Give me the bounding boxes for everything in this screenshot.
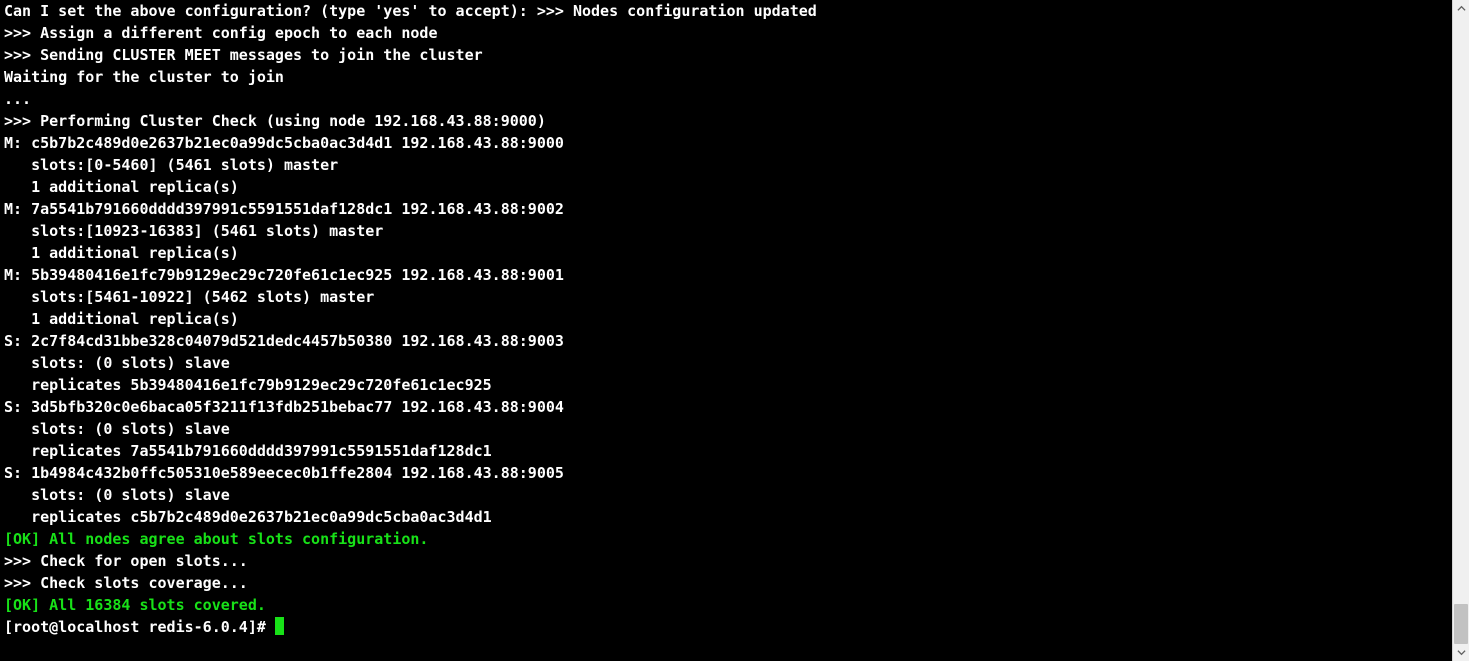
terminal-text: 1 additional replica(s): [4, 244, 239, 262]
terminal-text: >>> Performing Cluster Check (using node…: [4, 112, 546, 130]
terminal-text: [OK] All nodes agree about slots configu…: [4, 530, 428, 548]
terminal-text: M: 7a5541b791660dddd397991c5591551daf128…: [4, 200, 564, 218]
cursor: [275, 617, 284, 635]
scroll-thumb[interactable]: [1454, 604, 1468, 644]
vertical-scrollbar[interactable]: [1452, 0, 1469, 661]
terminal-line: replicates 7a5541b791660dddd397991c55915…: [4, 440, 1448, 462]
terminal-text: 1 additional replica(s): [4, 178, 239, 196]
terminal-line: Can I set the above configuration? (type…: [4, 0, 1448, 22]
terminal-text: >>> Sending CLUSTER MEET messages to joi…: [4, 46, 483, 64]
terminal-line: 1 additional replica(s): [4, 176, 1448, 198]
terminal-line: >>> Performing Cluster Check (using node…: [4, 110, 1448, 132]
terminal-line: >>> Assign a different config epoch to e…: [4, 22, 1448, 44]
terminal-line: >>> Sending CLUSTER MEET messages to joi…: [4, 44, 1448, 66]
terminal-line: replicates 5b39480416e1fc79b9129ec29c720…: [4, 374, 1448, 396]
terminal-line: replicates c5b7b2c489d0e2637b21ec0a99dc5…: [4, 506, 1448, 528]
terminal-line: >>> Check slots coverage...: [4, 572, 1448, 594]
terminal-line: [OK] All nodes agree about slots configu…: [4, 528, 1448, 550]
terminal-line: M: 7a5541b791660dddd397991c5591551daf128…: [4, 198, 1448, 220]
terminal-text: Waiting for the cluster to join: [4, 68, 284, 86]
terminal-output[interactable]: Can I set the above configuration? (type…: [0, 0, 1452, 661]
terminal-line: slots:[10923-16383] (5461 slots) master: [4, 220, 1448, 242]
terminal-line: slots: (0 slots) slave: [4, 352, 1448, 374]
terminal-text: S: 3d5bfb320c0e6baca05f3211f13fdb251beba…: [4, 398, 564, 416]
terminal-text: replicates c5b7b2c489d0e2637b21ec0a99dc5…: [4, 508, 492, 526]
scroll-up-arrow[interactable]: [1453, 0, 1469, 17]
terminal-line: M: 5b39480416e1fc79b9129ec29c720fe61c1ec…: [4, 264, 1448, 286]
shell-prompt: [root@localhost redis-6.0.4]#: [4, 618, 275, 636]
terminal-text: S: 1b4984c432b0ffc505310e589eecec0b1ffe2…: [4, 464, 564, 482]
terminal-text: >>> Nodes configuration updated: [537, 2, 817, 20]
terminal-text: replicates 7a5541b791660dddd397991c55915…: [4, 442, 492, 460]
terminal-text: Can I set the above configuration? (type…: [4, 2, 537, 20]
terminal-line: M: c5b7b2c489d0e2637b21ec0a99dc5cba0ac3d…: [4, 132, 1448, 154]
terminal-text: ...: [4, 90, 31, 108]
terminal-text: replicates 5b39480416e1fc79b9129ec29c720…: [4, 376, 492, 394]
terminal-text: S: 2c7f84cd31bbe328c04079d521dedc4457b50…: [4, 332, 564, 350]
terminal-text: >>> Check for open slots...: [4, 552, 248, 570]
terminal-line: S: 2c7f84cd31bbe328c04079d521dedc4457b50…: [4, 330, 1448, 352]
terminal-text: slots: (0 slots) slave: [4, 354, 230, 372]
terminal-line: >>> Check for open slots...: [4, 550, 1448, 572]
terminal-line: Waiting for the cluster to join: [4, 66, 1448, 88]
terminal-text: >>> Check slots coverage...: [4, 574, 248, 592]
scroll-track[interactable]: [1453, 17, 1469, 644]
terminal-line: slots:[0-5460] (5461 slots) master: [4, 154, 1448, 176]
terminal-line: slots: (0 slots) slave: [4, 484, 1448, 506]
terminal-text: slots:[5461-10922] (5462 slots) master: [4, 288, 374, 306]
terminal-text: M: c5b7b2c489d0e2637b21ec0a99dc5cba0ac3d…: [4, 134, 564, 152]
terminal-line: S: 1b4984c432b0ffc505310e589eecec0b1ffe2…: [4, 462, 1448, 484]
terminal-line: slots: (0 slots) slave: [4, 418, 1448, 440]
terminal-text: slots: (0 slots) slave: [4, 420, 230, 438]
terminal-text: [OK] All 16384 slots covered.: [4, 596, 266, 614]
terminal-text: >>> Assign a different config epoch to e…: [4, 24, 437, 42]
terminal-text: slots: (0 slots) slave: [4, 486, 230, 504]
terminal-text: 1 additional replica(s): [4, 310, 239, 328]
terminal-line: 1 additional replica(s): [4, 242, 1448, 264]
terminal-text: slots:[10923-16383] (5461 slots) master: [4, 222, 383, 240]
terminal-line: S: 3d5bfb320c0e6baca05f3211f13fdb251beba…: [4, 396, 1448, 418]
terminal-line: ...: [4, 88, 1448, 110]
terminal-line: slots:[5461-10922] (5462 slots) master: [4, 286, 1448, 308]
terminal-text: M: 5b39480416e1fc79b9129ec29c720fe61c1ec…: [4, 266, 564, 284]
terminal-line: 1 additional replica(s): [4, 308, 1448, 330]
terminal-line: [OK] All 16384 slots covered.: [4, 594, 1448, 616]
terminal-text: slots:[0-5460] (5461 slots) master: [4, 156, 338, 174]
scroll-down-arrow[interactable]: [1453, 644, 1469, 661]
